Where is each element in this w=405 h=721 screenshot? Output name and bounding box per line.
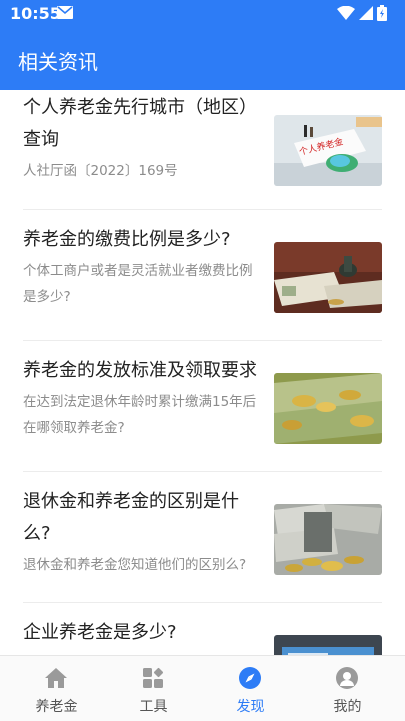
tab-tools[interactable]: 工具 (103, 656, 204, 721)
article-thumbnail (274, 504, 382, 575)
article-desc: 个体工商户或者是灵活就业者缴费比例是多少? (23, 263, 253, 305)
article-thumbnail: 个人养老金 (274, 115, 382, 186)
article-title: 养老金的发放标准及领取要求 (23, 360, 257, 381)
list-item[interactable]: 养老金的缴费比例是多少? 个体工商户或者是灵活就业者缴费比例是多少? (23, 209, 382, 341)
status-icons (337, 5, 387, 21)
article-title: 养老金的缴费比例是多少? (23, 229, 231, 250)
compass-icon (239, 667, 261, 689)
status-time: 10:55 (10, 4, 61, 23)
tab-label: 我的 (333, 699, 362, 715)
article-list[interactable]: 个人养老金先行城市（地区）查询 人社厅函〔2022〕169号 个人养老金 养老金… (0, 90, 405, 655)
list-item[interactable]: 退休金和养老金的区别是什么? 退休金和养老金您知道他们的区别么? (23, 471, 382, 603)
article-desc: 退休金和养老金您知道他们的区别么? (23, 557, 247, 573)
list-item[interactable]: 个人养老金先行城市（地区）查询 人社厅函〔2022〕169号 个人养老金 (23, 90, 382, 210)
article-thumbnail (274, 635, 382, 655)
article-title: 个人养老金先行城市（地区）查询 (23, 97, 257, 150)
app-bar: 相关资讯 (0, 28, 405, 90)
article-thumbnail (274, 242, 382, 313)
tab-label: 养老金 (35, 699, 78, 715)
wifi-icon (337, 6, 355, 20)
article-title: 企业养老金是多少? (23, 622, 177, 643)
article-desc: 在达到法定退休年龄时累计缴满15年后在哪领取养老金? (23, 394, 257, 436)
article-thumbnail (274, 373, 382, 444)
list-item[interactable]: 企业养老金是多少? (23, 602, 382, 655)
tab-label: 工具 (139, 699, 168, 715)
list-item[interactable]: 养老金的发放标准及领取要求 在达到法定退休年龄时累计缴满15年后在哪领取养老金? (23, 340, 382, 472)
article-title: 退休金和养老金的区别是什么? (23, 491, 239, 544)
home-icon (45, 668, 67, 688)
bottom-tab-bar: 养老金 工具 发现 我的 (0, 655, 405, 721)
tools-icon (143, 667, 164, 688)
signal-icon (359, 6, 373, 20)
battery-icon (377, 5, 387, 21)
page-title: 相关资讯 (18, 50, 98, 74)
mail-icon (57, 6, 73, 19)
profile-icon (336, 667, 358, 689)
status-bar: 10:55 (0, 0, 405, 28)
tab-home[interactable]: 养老金 (6, 656, 107, 721)
tab-label: 发现 (236, 699, 265, 715)
tab-profile[interactable]: 我的 (297, 656, 398, 721)
tab-discover[interactable]: 发现 (200, 656, 301, 721)
article-desc: 人社厅函〔2022〕169号 (23, 163, 178, 179)
